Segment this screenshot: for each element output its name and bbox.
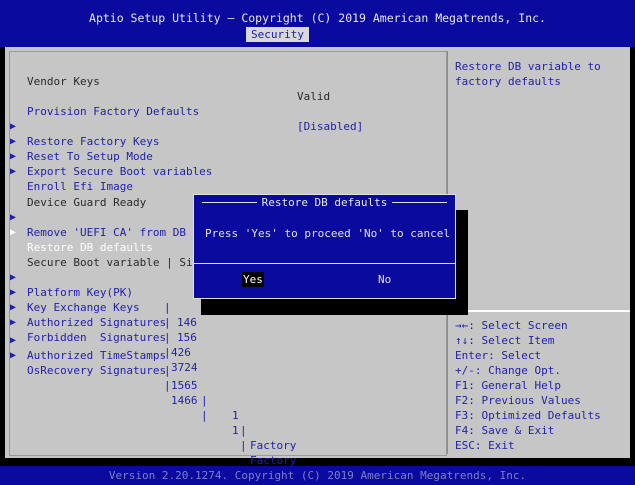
key-exchange-keys-item[interactable]: Key Exchange Keys <box>27 300 140 315</box>
authorized-timestamps-source: Factory <box>250 439 297 452</box>
authorized-signatures-size: 426 <box>171 346 191 359</box>
tab-security[interactable]: Security <box>246 27 309 42</box>
provision-factory-defaults-item[interactable]: Provision Factory Defaults <box>27 104 199 119</box>
key-hint: F2: Previous Values <box>455 394 581 407</box>
platform-key-size: 146 <box>177 316 197 329</box>
key-hint: F1: General Help <box>455 379 561 392</box>
key-hint: F4: Save & Exit <box>455 424 555 437</box>
submenu-arrow-icon: ▶ <box>10 350 17 361</box>
restore-db-defaults-dialog: Restore DB defaults Press 'Yes' to proce… <box>193 194 456 299</box>
restore-factory-keys-item[interactable]: Restore Factory Keys <box>27 134 159 149</box>
export-secure-boot-variables-item[interactable]: Export Secure Boot variables <box>27 164 212 179</box>
submenu-arrow-icon: ▶ <box>10 166 17 177</box>
authorized-signatures-item[interactable]: Authorized Signatures <box>27 315 166 330</box>
key-exchange-keys-size: 156 <box>177 331 197 344</box>
help-divider <box>448 310 630 312</box>
vendor-keys-label: Vendor Keys <box>27 75 100 88</box>
provision-factory-defaults-value[interactable]: [Disabled] <box>297 119 363 134</box>
submenu-arrow-icon: ▶ <box>10 227 17 238</box>
item-help-text: Restore DB variable to factory defaults <box>455 60 601 88</box>
dialog-title: Restore DB defaults <box>194 195 455 209</box>
osrecovery-signatures-size: 1466 <box>171 394 198 407</box>
title-bar: Aptio Setup Utility – Copyright (C) 2019… <box>0 0 635 47</box>
authorized-timestamps-count: 1 <box>232 409 239 422</box>
osrecovery-signatures-count: 1 <box>232 424 239 437</box>
key-hint: ESC: Exit <box>455 439 515 452</box>
key-hint: ↑↓: Select Item <box>455 334 555 347</box>
platform-key-item[interactable]: Platform Key(PK) <box>27 285 133 300</box>
dialog-separator <box>194 263 455 264</box>
remove-uefi-ca-item[interactable]: Remove 'UEFI CA' from DB <box>27 225 186 240</box>
forbidden-signatures-size: 3724 <box>171 361 198 374</box>
yes-button[interactable]: Yes <box>242 272 264 287</box>
key-hint: +/-: Change Opt. <box>455 364 561 377</box>
secure-boot-table-header: Secure Boot variable | Siz <box>27 256 200 269</box>
restore-db-defaults-item[interactable]: Restore DB defaults <box>27 240 153 255</box>
dialog-message: Press 'Yes' to proceed 'No' to cancel <box>205 227 451 240</box>
key-hint: →←: Select Screen <box>455 319 568 332</box>
key-hint: F3: Optimized Defaults <box>455 409 601 422</box>
enroll-efi-image-item[interactable]: Enroll Efi Image <box>27 179 133 194</box>
key-legend: →←: Select Screen ↑↓: Select Item Enter:… <box>455 318 601 453</box>
osrecovery-signatures-item[interactable]: OsRecovery Signatures <box>27 363 166 378</box>
authorized-timestamps-item[interactable]: Authorized TimeStamps <box>27 348 166 363</box>
key-hint: Enter: Select <box>455 349 542 362</box>
vendor-keys-value: Valid <box>297 90 331 103</box>
version-footer: Version 2.20.1274. Copyright (C) 2019 Am… <box>0 466 635 485</box>
reset-to-setup-mode-item[interactable]: Reset To Setup Mode <box>27 149 153 164</box>
app-title: Aptio Setup Utility – Copyright (C) 2019… <box>89 11 546 25</box>
authorized-timestamps-size: 1565 <box>171 379 198 392</box>
device-guard-ready-label: Device Guard Ready <box>27 196 147 209</box>
no-button[interactable]: No <box>378 272 391 287</box>
forbidden-signatures-item[interactable]: Forbidden Signatures <box>27 330 166 345</box>
